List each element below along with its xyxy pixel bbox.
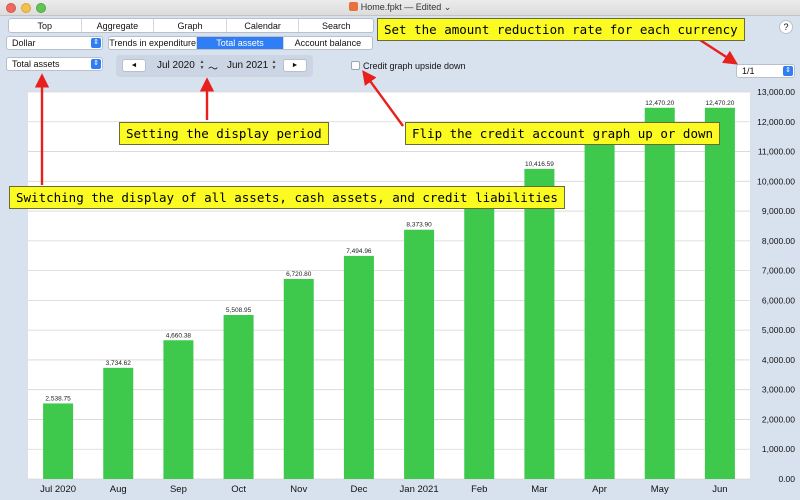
callout-display-period: Setting the display period [119,122,329,145]
bar [464,201,495,479]
data-label: 7,494.96 [346,248,372,255]
bar [644,107,675,480]
y-tick-label: 0.00 [778,474,795,484]
x-tick-label: Jul 2020 [40,484,76,495]
x-tick-label: Jun [712,484,727,495]
y-tick-label: 5,000.00 [762,325,795,335]
data-label: 5,508.95 [226,307,252,314]
x-tick-label: Jan 2021 [400,484,439,495]
total-assets-bar-chart: 2,538.75 3,734.62 4,660.38 5,508.95 6,720.80… [28,38,795,495]
x-tick-label: Sep [170,484,187,495]
y-tick-label: 12,000.00 [757,117,795,127]
callout-asset-switch: Switching the display of all assets, cas… [9,186,565,209]
x-tick-label: Aug [110,484,127,495]
data-label: 3,734.62 [106,360,132,367]
y-tick-label: 7,000.00 [762,266,795,276]
x-tick-label: Nov [290,484,307,495]
data-label: 4,660.38 [166,332,192,339]
bar [163,340,194,479]
y-tick-label: 1,000.00 [762,444,795,454]
bar [43,403,74,479]
data-label: 12,470.20 [705,100,734,107]
y-tick-label: 13,000.00 [757,87,795,97]
x-tick-label: Dec [350,484,367,495]
y-tick-label: 6,000.00 [762,295,795,305]
y-tick-label: 9,000.00 [762,206,795,216]
bar [103,367,134,479]
x-tick-label: Oct [231,484,246,495]
callout-currency-rate: Set the amount reduction rate for each c… [377,18,745,41]
bar [704,107,735,480]
x-tick-label: Feb [471,484,487,495]
x-axis: Jul 2020 Aug Sep Oct Nov Dec Jan 2021 Feb Mar Apr… [40,484,727,495]
y-tick-label: 8,000.00 [762,236,795,246]
bar [343,255,374,479]
data-label: 6,720.80 [286,271,312,278]
bar [584,138,615,479]
plot-area [28,92,750,479]
y-tick-label: 11,000.00 [758,147,795,157]
y-tick-label: 2,000.00 [762,414,795,424]
data-label: 12,470.20 [645,100,674,107]
x-tick-label: Mar [531,484,547,495]
x-tick-label: May [651,484,669,495]
y-tick-label: 4,000.00 [762,355,795,365]
bar [283,278,314,479]
y-tick-label: 3,000.00 [762,385,795,395]
y-axis: 0.00 1,000.00 2,000.00 3,000.00 4,000.00 5,00… [757,87,795,484]
data-label: 8,373.90 [406,222,432,229]
callout-credit-flip: Flip the credit account graph up or down [405,122,721,145]
bar [524,168,555,479]
callout-arrow [699,38,739,65]
bar [223,315,254,479]
x-tick-label: Apr [592,484,607,495]
data-label: 2,538.75 [45,395,71,402]
data-label: 10,416.59 [525,161,554,168]
bar [404,229,435,479]
y-tick-label: 10,000.00 [757,176,795,186]
